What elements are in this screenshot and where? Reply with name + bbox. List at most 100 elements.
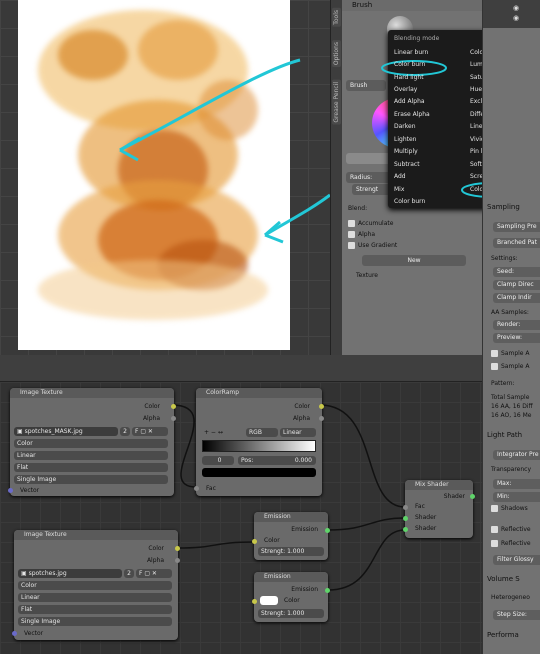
clamp-indirect-field[interactable]: Clamp Indir	[493, 293, 540, 303]
image-buttons[interactable]: F ▢ ✕	[132, 427, 168, 436]
alpha-output-socket[interactable]	[175, 558, 180, 563]
color-mode-dropdown[interactable]: RGB	[246, 428, 278, 437]
reflective-checkbox-2[interactable]: Reflective	[491, 540, 531, 547]
image-buttons[interactable]: F ▢ ✕	[136, 569, 172, 578]
sample-a-checkbox-1[interactable]: Sample A	[491, 350, 530, 357]
blend-option-add-alpha[interactable]: Add Alpha	[394, 98, 425, 105]
brush-panel-title[interactable]: Brush	[342, 0, 482, 11]
emission-output-socket[interactable]	[325, 588, 330, 593]
max-field[interactable]: Max:	[493, 479, 540, 489]
source-dropdown[interactable]: Single Image	[18, 617, 172, 626]
blend-option-mix[interactable]: Mix	[394, 186, 404, 193]
color-swatch-white[interactable]	[260, 596, 278, 605]
blend-option-hard-light[interactable]: Hard light	[394, 74, 424, 81]
blend-option-lighten[interactable]: Lighten	[394, 136, 416, 143]
node-title[interactable]: Emission	[254, 512, 328, 522]
node-title[interactable]: Image Texture	[14, 530, 178, 540]
step-size-field[interactable]: Step Size:	[493, 610, 540, 620]
preview-field[interactable]: Preview:	[493, 333, 540, 343]
tab-grease-pencil[interactable]: Grease Pencil	[332, 80, 341, 125]
blend-option-color-burn[interactable]: Color burn	[394, 61, 425, 68]
emission-node-2[interactable]: Emission Emission Color Strengt: 1.000	[252, 572, 330, 622]
tab-options[interactable]: Options	[332, 40, 341, 68]
sampling-presets[interactable]: Sampling Pre	[493, 222, 540, 232]
users-count[interactable]: 2	[124, 569, 134, 578]
fac-input-socket[interactable]	[194, 486, 199, 491]
shader-output-socket[interactable]	[470, 494, 475, 499]
color-input-socket[interactable]	[252, 539, 257, 544]
shader-input-socket-2[interactable]	[403, 527, 408, 532]
color-space-dropdown[interactable]: Color	[18, 581, 172, 590]
blend-option-overlay[interactable]: Overlay	[394, 86, 417, 93]
blend-option-multiply[interactable]: Multiply	[394, 148, 418, 155]
color-space-dropdown[interactable]: Color	[14, 439, 168, 448]
seed-field[interactable]: Seed:	[493, 267, 540, 277]
vector-input-socket[interactable]	[12, 631, 17, 636]
reflective-checkbox-1[interactable]: Reflective	[491, 526, 531, 533]
position-field[interactable]: Pos: 0.000	[238, 456, 316, 465]
source-dropdown[interactable]: Single Image	[14, 475, 168, 484]
color-output-socket[interactable]	[319, 404, 324, 409]
image-viewport[interactable]	[0, 0, 330, 355]
blend-option-erase-alpha[interactable]: Erase Alpha	[394, 111, 430, 118]
blend-option-hue[interactable]: Hue	[470, 86, 482, 93]
emission-node-1[interactable]: Emission Emission Color Strengt: 1.000	[252, 512, 330, 560]
sample-a-checkbox-2[interactable]: Sample A	[491, 363, 530, 370]
vector-input-socket[interactable]	[8, 488, 13, 493]
image-selector[interactable]: ▣ spotches_MASK.jpg	[14, 427, 118, 436]
blend-option-color-burn[interactable]: Color burn	[394, 198, 425, 205]
integrator-presets[interactable]: Integrator Pre	[493, 450, 540, 460]
image-texture-node[interactable]: Image Texture Color Alpha ▣ spotches.jpg…	[12, 530, 180, 640]
interpolation-dropdown[interactable]: Linear	[18, 593, 172, 602]
interpolation-dropdown[interactable]: Linear	[280, 428, 316, 437]
fac-input-socket[interactable]	[403, 505, 408, 510]
eye-icon[interactable]: ◉	[513, 4, 519, 12]
tab-tools[interactable]: Tools	[332, 8, 341, 27]
brush-field[interactable]: Brush	[346, 80, 386, 91]
texture-section[interactable]: Texture	[356, 272, 378, 279]
interpolation-dropdown[interactable]: Linear	[14, 451, 168, 460]
alpha-output-socket[interactable]	[171, 416, 176, 421]
mix-shader-node[interactable]: Mix Shader Shader Fac Shader Shader	[403, 480, 475, 538]
sampling-header[interactable]: Sampling	[487, 203, 520, 211]
blend-option-linear-burn[interactable]: Linear burn	[394, 49, 428, 56]
colorramp-node[interactable]: ColorRamp Color Alpha + − ↔ RGB Linear 0…	[194, 388, 324, 496]
projection-dropdown[interactable]: Flat	[14, 463, 168, 472]
strength-field[interactable]: Strengt: 1.000	[258, 547, 324, 556]
alpha-output-socket[interactable]	[319, 416, 324, 421]
stop-index[interactable]: 0	[202, 456, 234, 465]
emission-output-socket[interactable]	[325, 528, 330, 533]
blend-option-darken[interactable]: Darken	[394, 123, 416, 130]
volume-header[interactable]: Volume S	[487, 575, 520, 583]
projection-dropdown[interactable]: Flat	[18, 605, 172, 614]
node-title[interactable]: Emission	[254, 572, 328, 582]
shadows-checkbox[interactable]: Shadows	[491, 505, 528, 512]
image-selector[interactable]: ▣ spotches.jpg	[18, 569, 122, 578]
light-paths-header[interactable]: Light Path	[487, 431, 522, 439]
render-field[interactable]: Render:	[493, 320, 540, 330]
strength-field[interactable]: Strengt: 1.000	[258, 609, 324, 618]
eye-icon[interactable]: ◉	[513, 14, 519, 22]
performance-header[interactable]: Performa	[487, 631, 519, 639]
blend-option-subtract[interactable]: Subtract	[394, 161, 420, 168]
node-title[interactable]: Mix Shader	[405, 480, 473, 490]
min-field[interactable]: Min:	[493, 492, 540, 502]
clamp-direct-field[interactable]: Clamp Direc	[493, 280, 540, 290]
color-input-socket[interactable]	[252, 599, 257, 604]
use-gradient-checkbox[interactable]: Use Gradient	[348, 242, 397, 249]
node-editor[interactable]: Image Texture Color Alpha ▣ spotches_MAS…	[0, 382, 482, 654]
ramp-add-remove[interactable]: + − ↔	[204, 429, 223, 436]
shader-input-socket-1[interactable]	[403, 516, 408, 521]
blend-option-add[interactable]: Add	[394, 173, 406, 180]
filter-glossy-field[interactable]: Filter Glossy	[493, 555, 540, 565]
new-texture-button[interactable]: New	[362, 255, 466, 266]
users-count[interactable]: 2	[120, 427, 130, 436]
accumulate-checkbox[interactable]: Accumulate	[348, 220, 393, 227]
alpha-checkbox[interactable]: Alpha	[348, 231, 375, 238]
color-output-socket[interactable]	[171, 404, 176, 409]
color-output-socket[interactable]	[175, 546, 180, 551]
node-title[interactable]: ColorRamp	[196, 388, 322, 398]
node-title[interactable]: Image Texture	[10, 388, 174, 398]
image-texture-node-mask[interactable]: Image Texture Color Alpha ▣ spotches_MAS…	[8, 388, 176, 496]
stop-color-swatch[interactable]	[202, 468, 316, 477]
